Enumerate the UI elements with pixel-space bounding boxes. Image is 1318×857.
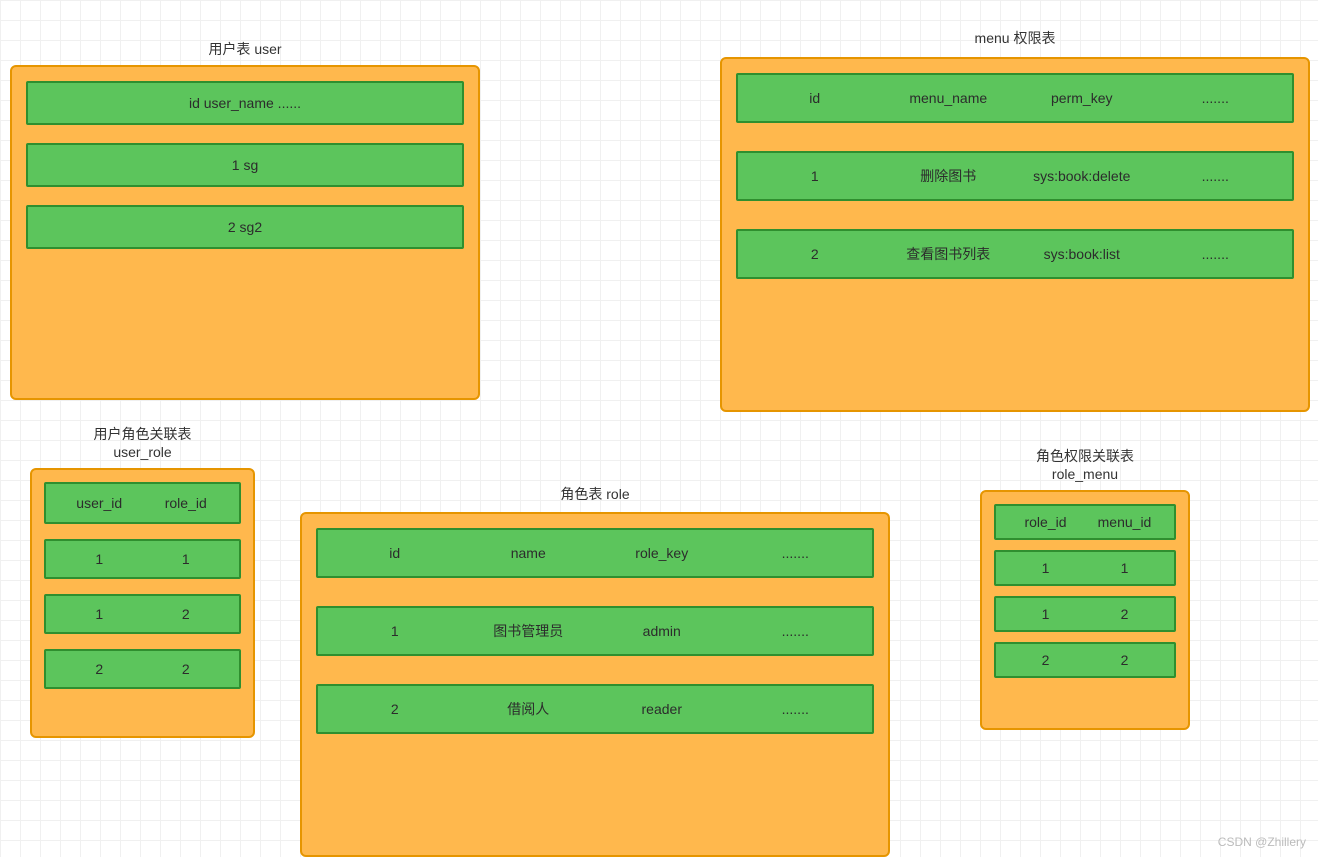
cell: 2: [56, 661, 143, 677]
cell: 删除图书: [882, 166, 1016, 186]
cell: 1: [1006, 606, 1085, 622]
cell: 2: [748, 246, 882, 262]
cell: 2: [328, 701, 462, 717]
cell: menu_id: [1085, 514, 1164, 530]
role-menu-table-title: 角色权限关联表 role_menu: [980, 447, 1190, 483]
role-table-header: id name role_key .......: [316, 528, 874, 578]
table-row: 1 删除图书 sys:book:delete .......: [736, 151, 1294, 201]
table-row: 1 1: [994, 550, 1176, 586]
cell: sys:book:delete: [1015, 168, 1149, 184]
cell: .......: [729, 701, 863, 717]
cell: 2: [143, 606, 230, 622]
user-table-header-cell: id user_name ......: [38, 95, 452, 111]
cell: admin: [595, 623, 729, 639]
table-row: 1 2: [994, 596, 1176, 632]
cell: 2: [1006, 652, 1085, 668]
cell: 2: [1085, 652, 1164, 668]
cell: 查看图书列表: [882, 244, 1016, 264]
user-role-header: user_id role_id: [44, 482, 241, 524]
table-row: 2 2: [994, 642, 1176, 678]
cell: .......: [1149, 168, 1283, 184]
user-role-table-title: 用户角色关联表 user_role: [30, 425, 255, 461]
cell: 1: [748, 168, 882, 184]
cell: 2: [1085, 606, 1164, 622]
cell: role_key: [595, 545, 729, 561]
table-row: 1 图书管理员 admin .......: [316, 606, 874, 656]
table-row: 2 借阅人 reader .......: [316, 684, 874, 734]
table-row: 1 1: [44, 539, 241, 579]
cell: 1: [56, 551, 143, 567]
cell: 1: [1085, 560, 1164, 576]
cell: user_id: [56, 495, 143, 511]
table-row: 1 sg: [26, 143, 464, 187]
cell: 1: [328, 623, 462, 639]
user-table-title: 用户表 user: [10, 40, 480, 58]
table-row: 2 查看图书列表 sys:book:list .......: [736, 229, 1294, 279]
cell: 2 sg2: [38, 219, 452, 235]
user-table-header: id user_name ......: [26, 81, 464, 125]
cell: role_id: [1006, 514, 1085, 530]
cell: .......: [1149, 246, 1283, 262]
cell: id: [748, 90, 882, 106]
role-table-title: 角色表 role: [300, 485, 890, 503]
cell: sys:book:list: [1015, 246, 1149, 262]
cell: 1: [1006, 560, 1085, 576]
cell: 图书管理员: [462, 621, 596, 641]
menu-table-title: menu 权限表: [720, 29, 1310, 47]
menu-table-header: id menu_name perm_key .......: [736, 73, 1294, 123]
menu-table: id menu_name perm_key ....... 1 删除图书 sys…: [720, 57, 1310, 412]
cell: .......: [729, 623, 863, 639]
cell: .......: [729, 545, 863, 561]
table-row: 1 2: [44, 594, 241, 634]
table-row: 2 sg2: [26, 205, 464, 249]
user-table: id user_name ...... 1 sg 2 sg2: [10, 65, 480, 400]
cell: 1: [56, 606, 143, 622]
user-role-table: user_id role_id 1 1 1 2 2 2: [30, 468, 255, 738]
cell: reader: [595, 701, 729, 717]
role-menu-table: role_id menu_id 1 1 1 2 2 2: [980, 490, 1190, 730]
table-row: 2 2: [44, 649, 241, 689]
watermark: CSDN @Zhillery: [1218, 835, 1306, 849]
role-menu-header: role_id menu_id: [994, 504, 1176, 540]
cell: 2: [143, 661, 230, 677]
cell: 1: [143, 551, 230, 567]
cell: role_id: [143, 495, 230, 511]
cell: name: [462, 545, 596, 561]
cell: 借阅人: [462, 699, 596, 719]
cell: 1 sg: [38, 157, 452, 173]
role-table: id name role_key ....... 1 图书管理员 admin .…: [300, 512, 890, 857]
cell: .......: [1149, 90, 1283, 106]
cell: perm_key: [1015, 90, 1149, 106]
cell: menu_name: [882, 90, 1016, 106]
cell: id: [328, 545, 462, 561]
